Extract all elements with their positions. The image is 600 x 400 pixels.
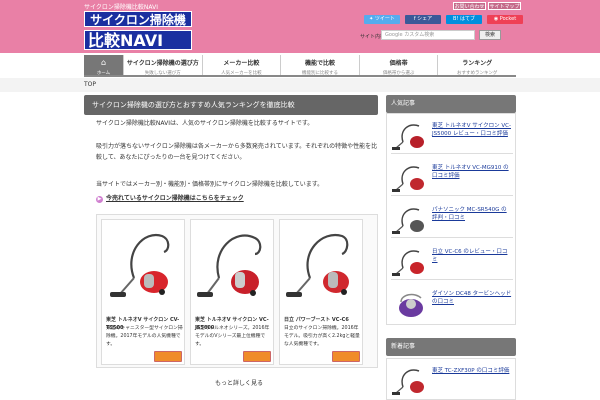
product-detail-button[interactable] — [154, 351, 182, 362]
vacuum-product-image[interactable] — [282, 222, 360, 306]
arrow-right-icon: ▶ — [96, 196, 103, 203]
sidebar-article-link[interactable]: 東芝 トルネオV サイクロン VC-JS5000 レビュー・口コミ評価 — [432, 122, 512, 138]
nav-item-feature[interactable]: 機能で比較 機能別に比較する — [281, 55, 360, 76]
thumb-body-3 — [410, 262, 424, 274]
product-description: 日立のサイクロン掃除機。2016年モデル。吸引力が高く2.2kgと軽量な人気機種… — [284, 326, 360, 347]
nav-item-home[interactable]: ⌂ ホーム — [84, 55, 124, 76]
product-description: 東芝のトルネオシリーズ。2016年モデルのVシリーズ最上位機種です。 — [195, 326, 270, 347]
nav-item-label: 価格帯 — [389, 60, 408, 67]
product-card[interactable]: 東芝 トルネオV サイクロン CV-TS500 東芝のキャニスター型サイクロン掃… — [101, 219, 185, 365]
social-buttons: ✦ ツイート f シェア B! はてブ ◉ Pocket — [364, 15, 523, 24]
breadcrumb[interactable]: TOP — [84, 81, 96, 88]
vacuum-product-image[interactable] — [104, 222, 182, 306]
vacuum-thumbnail — [399, 293, 423, 317]
vacuum-product-image[interactable] — [193, 222, 271, 306]
nav-item-maker[interactable]: メーカー比較 人気メーカーを比較 — [202, 55, 282, 76]
nav-item-sub: 機能別に比較する — [301, 71, 338, 76]
product-card[interactable]: 日立 パワーブースト VC-C6 日立のサイクロン掃除機。2016年モデル。吸引… — [279, 219, 363, 365]
sidebar-article[interactable]: 東芝 TC-ZXF30P の口コミ評価 — [391, 361, 513, 399]
popular-articles: 東芝 トルネオV サイクロン VC-JS5000 レビュー・口コミ評価 東芝 ト… — [386, 113, 516, 325]
nav-item-label: メーカー比較 — [223, 60, 260, 67]
search-button[interactable]: 検索 — [479, 30, 501, 40]
home-icon: ⌂ — [100, 58, 107, 67]
facebook-share-label: シェア — [417, 16, 433, 22]
tweet-button[interactable]: ✦ ツイート — [364, 15, 400, 24]
pocket-label: Pocket — [499, 16, 517, 22]
sidebar-heading-popular: 人気記事 — [386, 95, 516, 113]
vacuum-thumbnail — [392, 166, 424, 192]
sidebar-article[interactable]: パナソニック MC-SR540G の評判・口コミ — [391, 200, 513, 238]
sidebar-article[interactable]: ダイソン DC48 タービンヘッドの口コミ — [391, 284, 513, 322]
product-name[interactable]: 日立 パワーブースト VC-C6 — [284, 316, 362, 324]
page-title: サイクロン掃除機の選び方とおすすめ人気ランキングを徹底比較 — [84, 95, 378, 115]
top-links: お問い合わせ サイトマップ — [453, 2, 521, 10]
nav-item-label: ランキング — [462, 60, 493, 67]
vacuum-thumbnail — [392, 250, 424, 276]
vacuum-thumbnail — [392, 369, 424, 395]
sidebar-article-link[interactable]: 東芝 トルネオV VC-MG910 の口コミ評価 — [432, 164, 512, 180]
product-detail-button[interactable] — [243, 351, 271, 362]
global-nav: ⌂ ホーム サイクロン掃除機の選び方 失敗しない選び方 メーカー比較 人気メーカ… — [84, 55, 516, 77]
nav-home-sub: ホーム — [96, 71, 111, 76]
logo-line-1[interactable]: サイクロン掃除機 — [84, 11, 192, 27]
hatena-bookmark-label: はてブ — [460, 16, 476, 22]
logo-line-2[interactable]: 比較NAVI — [84, 30, 192, 50]
product-card[interactable]: 東芝 トルネオV サイクロン VC-JS5000 東芝のトルネオシリーズ。201… — [190, 219, 274, 365]
intro-paragraph-2: 吸引力が落ちないサイクロン掃除機は各メーカーから多数発売されています。それぞれの… — [96, 143, 378, 161]
nav-item-sub: 人気メーカーを比較 — [221, 71, 262, 76]
hatena-bookmark-button[interactable]: B! はてブ — [446, 15, 482, 24]
ranking-link[interactable]: ▶ 今売れているサイクロン掃除機はこちらをチェック — [96, 193, 244, 203]
more-link[interactable]: もっと詳しく見る — [215, 378, 263, 387]
nav-item-guide[interactable]: サイクロン掃除機の選び方 失敗しない選び方 — [124, 55, 203, 76]
vacuum-thumbnail — [392, 208, 424, 234]
sidebar-article[interactable]: 東芝 トルネオV サイクロン VC-JS5000 レビュー・口コミ評価 — [391, 116, 513, 154]
sidebar-article[interactable]: 日立 VC-C6 のレビュー・口コミ — [391, 242, 513, 280]
thumb-body-2 — [410, 220, 424, 232]
tweet-button-label: ツイート — [374, 16, 395, 22]
product-detail-button[interactable] — [332, 351, 360, 362]
sidebar-article-link[interactable]: 日立 VC-C6 のレビュー・口コミ — [432, 248, 512, 264]
vacuum-thumbnail — [392, 124, 424, 150]
contact-link[interactable]: お問い合わせ — [453, 2, 486, 10]
thumb-body-new-0 — [410, 381, 424, 393]
intro-paragraph-3: 当サイトではメーカー別・機能別・価格帯別にサイクロン掃除機を比較しています。 — [96, 181, 324, 188]
sidebar-article-link[interactable]: 東芝 TC-ZXF30P の口コミ評価 — [432, 367, 512, 375]
thumb-body-1 — [410, 178, 424, 190]
ranking-link-label: 今売れているサイクロン掃除機はこちらをチェック — [106, 195, 244, 202]
product-list: 東芝 トルネオV サイクロン CV-TS500 東芝のキャニスター型サイクロン掃… — [96, 214, 378, 368]
nav-item-label: サイクロン掃除機の選び方 — [126, 60, 199, 67]
sitemap-link[interactable]: サイトマップ — [488, 2, 521, 10]
nav-item-sub: おすすめランキング — [456, 71, 498, 76]
product-description: 東芝のキャニスター型サイクロン掃除機。2017年モデルの人気機種です。 — [106, 326, 183, 347]
nav-item-sub: 価格帯から選ぶ — [382, 71, 415, 76]
search-input[interactable]: Google カスタム検索 — [381, 30, 475, 40]
intro-paragraph-1: サイクロン掃除機比較NAVIは、人気のサイクロン掃除機を比較するサイトです。 — [96, 120, 314, 127]
nav-item-sub: 失敗しない選び方 — [144, 71, 181, 76]
sidebar-heading-new: 新着記事 — [386, 338, 516, 356]
site-tagline: サイクロン掃除機比較NAVI — [84, 4, 158, 11]
nav-item-label: 機能で比較 — [304, 60, 335, 67]
sidebar-article[interactable]: 東芝 トルネオV VC-MG910 の口コミ評価 — [391, 158, 513, 196]
sidebar-article-link[interactable]: ダイソン DC48 タービンヘッドの口コミ — [432, 290, 512, 306]
sidebar-article-link[interactable]: パナソニック MC-SR540G の評判・口コミ — [432, 206, 512, 222]
nav-item-price[interactable]: 価格帯 価格帯から選ぶ — [359, 55, 439, 76]
hatena-icon: B! — [452, 16, 460, 22]
nav-item-ranking[interactable]: ランキング おすすめランキング — [438, 55, 516, 76]
facebook-share-button[interactable]: f シェア — [405, 15, 441, 24]
pocket-button[interactable]: ◉ Pocket — [487, 15, 523, 24]
thumb-body-0 — [410, 136, 424, 148]
new-articles: 東芝 TC-ZXF30P の口コミ評価 — [386, 358, 516, 400]
